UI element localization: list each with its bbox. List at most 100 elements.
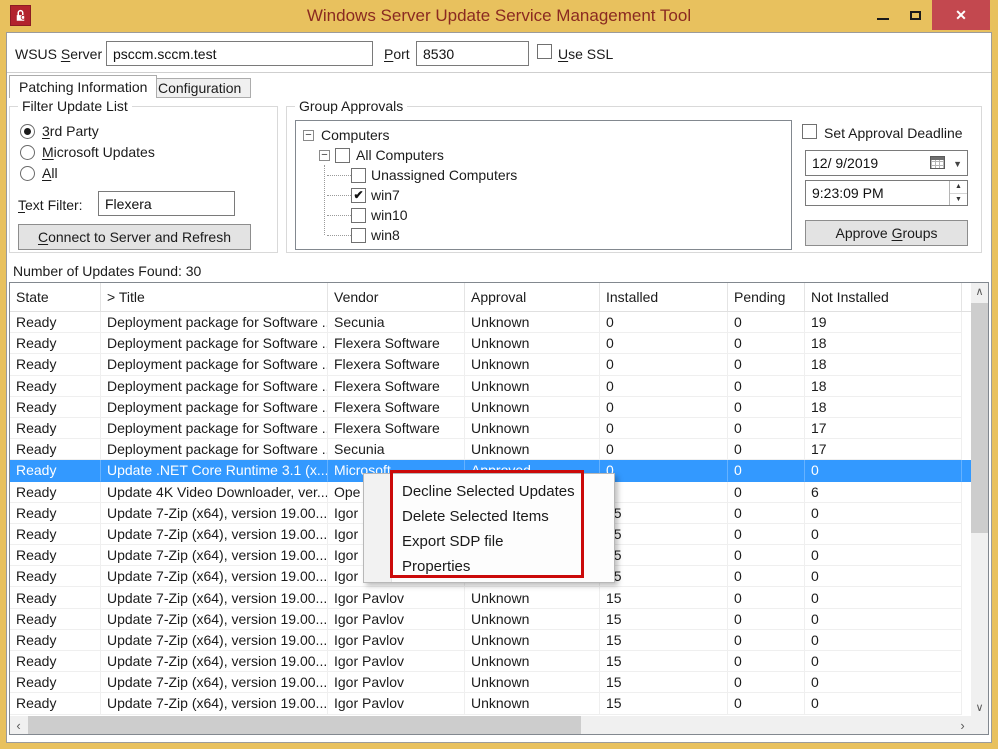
tree-node-win10[interactable]: win10 (296, 205, 791, 225)
calendar-icon (930, 156, 945, 169)
spin-up-icon[interactable]: ▲ (950, 181, 967, 194)
radio-microsoft-updates[interactable]: Microsoft Updates (20, 144, 155, 160)
checkbox[interactable] (351, 168, 366, 183)
horizontal-scroll-thumb[interactable] (28, 716, 581, 734)
table-cell: 0 (728, 418, 805, 439)
table-cell: 18 (805, 333, 962, 354)
close-button[interactable]: ✕ (932, 0, 990, 30)
table-row[interactable]: ReadyUpdate 7-Zip (x64), version 19.00..… (10, 693, 971, 714)
deadline-date-picker[interactable]: 12/ 9/2019 ▼ (805, 150, 968, 176)
table-cell: 0 (600, 439, 728, 460)
set-approval-deadline-label: Set Approval Deadline (824, 125, 963, 141)
use-ssl-checkbox[interactable] (537, 44, 552, 59)
table-row[interactable]: ReadyDeployment package for Software ...… (10, 354, 971, 375)
updates-count-label: Number of Updates Found: 30 (13, 263, 201, 279)
table-row[interactable]: ReadyUpdate 7-Zip (x64), version 19.00..… (10, 630, 971, 651)
radio-all[interactable]: All (20, 165, 58, 181)
table-row[interactable]: ReadyUpdate 7-Zip (x64), version 19.00..… (10, 587, 971, 608)
filter-update-list-groupbox: Filter Update List 3rd Party Microsoft U… (9, 106, 278, 253)
table-cell: Deployment package for Software ... (101, 376, 328, 397)
group-approvals-title: Group Approvals (295, 98, 407, 114)
table-cell: 18 (805, 397, 962, 418)
table-row[interactable]: ReadyUpdate 7-Zip (x64), version 19.00..… (10, 672, 971, 693)
collapse-icon[interactable]: − (319, 150, 330, 161)
table-row[interactable]: ReadyDeployment package for Software ...… (10, 439, 971, 460)
table-cell: Ready (10, 312, 101, 333)
table-row[interactable]: ReadyDeployment package for Software ...… (10, 418, 971, 439)
tree-node-computers[interactable]: − Computers (296, 125, 791, 145)
approve-groups-button[interactable]: Approve Groups (805, 220, 968, 246)
table-row[interactable]: ReadyUpdate 7-Zip (x64), version 19.00..… (10, 609, 971, 630)
column-header[interactable]: Approval (465, 283, 600, 311)
menu-item-export-sdp-file[interactable]: Export SDP file (364, 529, 614, 554)
column-header[interactable]: > Title (101, 283, 328, 311)
table-cell: 0 (805, 609, 962, 630)
tree-node-label: win8 (371, 227, 400, 243)
column-header[interactable]: Vendor (328, 283, 465, 311)
checkbox[interactable] (351, 208, 366, 223)
scroll-up-icon[interactable]: ∧ (971, 283, 988, 300)
scroll-down-icon[interactable]: ∨ (971, 699, 988, 716)
text-filter-input[interactable]: Flexera (98, 191, 235, 216)
table-cell: Unknown (465, 630, 600, 651)
deadline-time-picker[interactable]: 9:23:09 PM ▲ ▼ (805, 180, 968, 206)
checkbox[interactable] (335, 148, 350, 163)
tab-patching-information[interactable]: Patching Information (9, 75, 157, 98)
table-cell: Update 7-Zip (x64), version 19.00.... (101, 609, 328, 630)
menu-item-delete-selected-items[interactable]: Delete Selected Items (364, 504, 614, 529)
tree-node-label: All Computers (356, 147, 444, 163)
table-cell: 0 (805, 460, 962, 481)
tree-node-win8[interactable]: win8 (296, 225, 791, 245)
table-cell: 0 (728, 630, 805, 651)
table-cell: Flexera Software (328, 376, 465, 397)
minimize-button[interactable] (866, 0, 899, 30)
table-cell: Igor Pavlov (328, 587, 465, 608)
table-row[interactable]: ReadyDeployment package for Software ...… (10, 397, 971, 418)
column-header[interactable]: Not Installed (805, 283, 962, 311)
horizontal-scrollbar[interactable]: ‹ › (10, 716, 971, 734)
menu-item-properties[interactable]: Properties (364, 554, 614, 579)
table-cell: 0 (600, 460, 728, 481)
table-cell: 15 (600, 587, 728, 608)
table-cell: Ready (10, 376, 101, 397)
table-cell: Ready (10, 651, 101, 672)
separator-line (7, 72, 991, 73)
vertical-scrollbar[interactable]: ∧ ∨ (971, 283, 988, 716)
column-header[interactable]: Installed (600, 283, 728, 311)
table-cell: 0 (600, 376, 728, 397)
table-cell: Deployment package for Software ... (101, 418, 328, 439)
chevron-down-icon[interactable]: ▼ (953, 159, 962, 169)
table-row[interactable]: ReadyDeployment package for Software ...… (10, 376, 971, 397)
close-icon: ✕ (955, 7, 967, 24)
column-header[interactable]: Pending (728, 283, 805, 311)
table-row[interactable]: ReadyDeployment package for Software ...… (10, 312, 971, 333)
tree-node-win7[interactable]: ✔win7 (296, 185, 791, 205)
table-cell: 17 (805, 418, 962, 439)
scroll-left-icon[interactable]: ‹ (10, 716, 27, 734)
vertical-scroll-thumb[interactable] (971, 303, 988, 533)
connect-refresh-button[interactable]: Connect to Server and Refresh (18, 224, 251, 250)
scroll-right-icon[interactable]: › (954, 716, 971, 734)
menu-item-decline-selected-updates[interactable]: Decline Selected Updates (364, 479, 614, 504)
radio-3rd-party[interactable]: 3rd Party (20, 123, 99, 139)
table-cell: Update .NET Core Runtime 3.1 (x... (101, 460, 328, 481)
tree-node-Unassigned Computers[interactable]: Unassigned Computers (296, 165, 791, 185)
tree-node-all-computers[interactable]: − All Computers (296, 145, 791, 165)
table-cell: Unknown (465, 333, 600, 354)
checkbox[interactable] (351, 228, 366, 243)
table-cell: 0 (728, 397, 805, 418)
maximize-button[interactable] (899, 0, 932, 30)
server-input[interactable]: psccm.sccm.test (106, 41, 373, 66)
checkbox-checked[interactable]: ✔ (351, 188, 366, 203)
time-spinner[interactable]: ▲ ▼ (949, 181, 967, 205)
table-row[interactable]: ReadyUpdate 7-Zip (x64), version 19.00..… (10, 651, 971, 672)
set-approval-deadline-checkbox[interactable] (802, 124, 817, 139)
column-header[interactable]: State (10, 283, 101, 311)
table-cell: 15 (600, 630, 728, 651)
port-input[interactable]: 8530 (416, 41, 529, 66)
tab-configuration[interactable]: Configuration (148, 78, 251, 98)
table-cell: Update 7-Zip (x64), version 19.00.... (101, 672, 328, 693)
spin-down-icon[interactable]: ▼ (950, 194, 967, 206)
collapse-icon[interactable]: − (303, 130, 314, 141)
table-row[interactable]: ReadyDeployment package for Software ...… (10, 333, 971, 354)
